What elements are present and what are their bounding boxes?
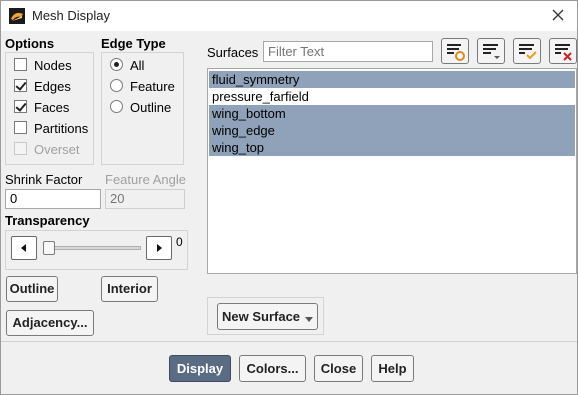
transparency-heading: Transparency bbox=[5, 213, 90, 228]
deselect-all-icon bbox=[555, 44, 572, 61]
partitions-label: Partitions bbox=[34, 121, 89, 136]
edge-type-all-label: All bbox=[130, 58, 145, 73]
close-icon bbox=[552, 9, 564, 21]
surface-item-fluid-symmetry[interactable]: fluid_symmetry bbox=[209, 71, 575, 88]
shrink-factor-input[interactable]: 0 bbox=[5, 189, 101, 209]
surface-item-wing-edge[interactable]: wing_edge bbox=[209, 122, 575, 139]
edges-checkbox[interactable] bbox=[14, 79, 27, 92]
edge-type-outline-label: Outline bbox=[130, 100, 172, 115]
nodes-checkbox[interactable] bbox=[14, 58, 27, 71]
dropdown-arrow-icon bbox=[305, 317, 313, 322]
feature-angle-input: 20 bbox=[105, 189, 185, 209]
close-button[interactable]: Close bbox=[314, 355, 363, 382]
transparency-slider-track[interactable] bbox=[43, 246, 141, 250]
interior-button[interactable]: Interior bbox=[101, 276, 158, 302]
arrow-right-icon bbox=[157, 244, 162, 252]
edge-type-heading: Edge Type bbox=[101, 36, 166, 51]
list-options-button[interactable] bbox=[477, 38, 505, 64]
select-all-button[interactable] bbox=[513, 38, 541, 64]
close-window-button[interactable] bbox=[547, 4, 569, 26]
select-all-icon bbox=[519, 44, 537, 60]
partitions-checkbox[interactable] bbox=[14, 121, 27, 134]
filter-refresh-button[interactable] bbox=[441, 38, 469, 64]
edge-type-feature-label: Feature bbox=[130, 79, 175, 94]
help-button[interactable]: Help bbox=[371, 355, 414, 382]
surfaces-filter-input[interactable] bbox=[263, 41, 433, 62]
transparency-decrease-button[interactable] bbox=[11, 236, 37, 260]
footer-divider bbox=[1, 341, 577, 342]
outline-button[interactable]: Outline bbox=[6, 276, 58, 302]
edge-type-outline-radio[interactable] bbox=[110, 100, 123, 113]
title-bar: Mesh Display bbox=[1, 1, 577, 31]
surface-item-wing-bottom[interactable]: wing_bottom bbox=[209, 105, 575, 122]
colors-button[interactable]: Colors... bbox=[239, 355, 306, 382]
faces-label: Faces bbox=[34, 100, 70, 115]
surfaces-label: Surfaces bbox=[207, 45, 259, 60]
edge-type-feature-radio[interactable] bbox=[110, 79, 123, 92]
options-heading: Options bbox=[5, 36, 55, 51]
feature-angle-label: Feature Angle bbox=[105, 172, 186, 187]
faces-checkbox[interactable] bbox=[14, 100, 27, 113]
edge-type-all-radio[interactable] bbox=[110, 58, 123, 71]
transparency-value: 0 bbox=[176, 235, 183, 249]
arrow-left-icon bbox=[21, 244, 26, 252]
list-refresh-icon bbox=[447, 44, 465, 61]
surfaces-list[interactable]: fluid_symmetry pressure_farfield wing_bo… bbox=[207, 68, 577, 274]
transparency-increase-button[interactable] bbox=[146, 236, 172, 260]
shrink-factor-label: Shrink Factor bbox=[5, 172, 83, 187]
overset-checkbox bbox=[14, 142, 27, 155]
new-surface-label: New Surface bbox=[222, 309, 301, 324]
adjacency-button[interactable]: Adjacency... bbox=[6, 310, 94, 336]
deselect-all-button[interactable] bbox=[549, 38, 577, 64]
new-surface-button[interactable]: New Surface bbox=[217, 303, 318, 330]
nodes-label: Nodes bbox=[34, 58, 72, 73]
list-dropdown-icon bbox=[483, 44, 500, 59]
fluent-app-icon bbox=[9, 8, 25, 24]
mesh-display-dialog: Mesh Display Options Nodes Edges Faces P… bbox=[0, 0, 578, 395]
window-title: Mesh Display bbox=[32, 8, 111, 23]
surface-item-pressure-farfield[interactable]: pressure_farfield bbox=[209, 88, 575, 105]
transparency-slider-thumb[interactable] bbox=[43, 241, 55, 255]
surface-item-wing-top[interactable]: wing_top bbox=[209, 139, 575, 156]
edges-label: Edges bbox=[34, 79, 71, 94]
display-button[interactable]: Display bbox=[169, 355, 231, 382]
overset-label: Overset bbox=[34, 142, 80, 157]
